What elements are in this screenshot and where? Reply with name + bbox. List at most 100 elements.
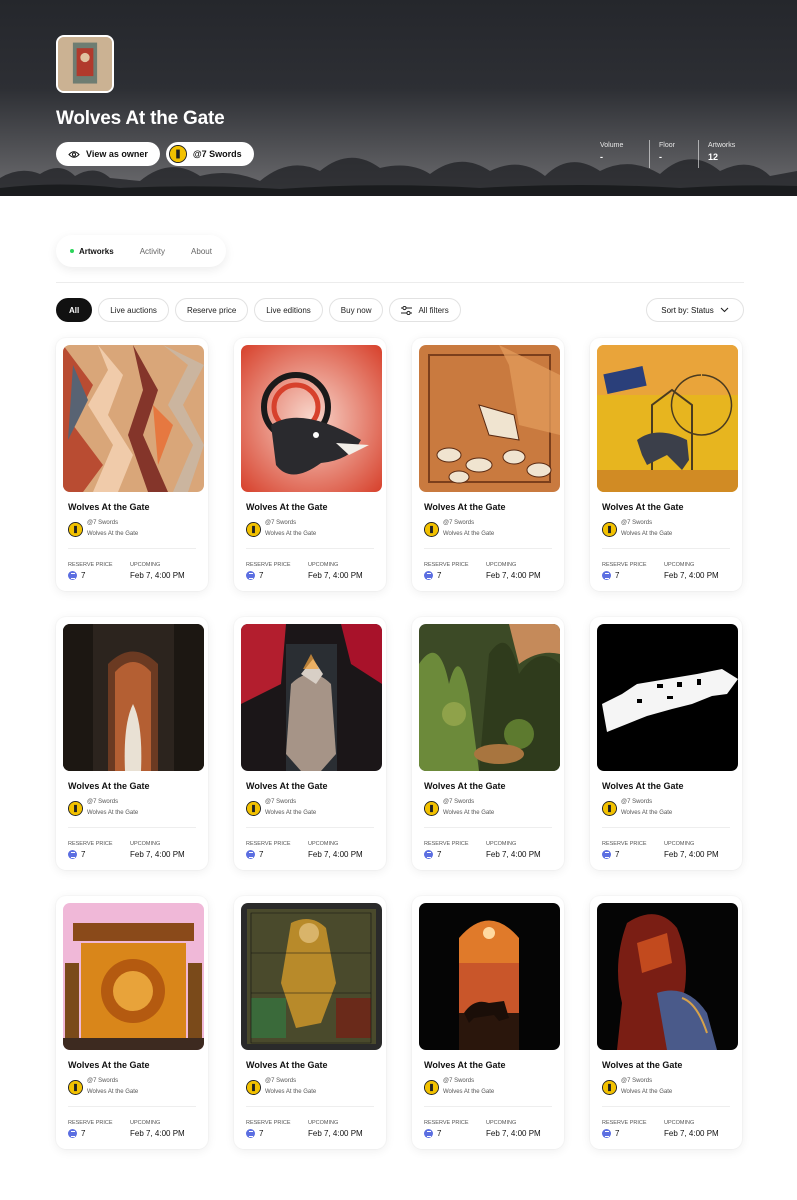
artwork-title[interactable]: Wolves At the Gate <box>246 781 328 791</box>
artwork-image[interactable] <box>419 624 560 771</box>
artwork-title[interactable]: Wolves At the Gate <box>246 502 328 512</box>
artwork-title[interactable]: Wolves At the Gate <box>424 502 506 512</box>
artwork-image[interactable] <box>63 624 204 771</box>
collection-name: Wolves At the Gate <box>87 810 139 816</box>
artwork-card[interactable]: Wolves At the Gate @7 Swords Wolves At t… <box>412 338 564 591</box>
artwork-creator[interactable]: @7 Swords Wolves At the Gate <box>602 1076 672 1098</box>
eye-icon <box>68 150 80 158</box>
status-label: UPCOMING <box>308 562 339 568</box>
artwork-creator[interactable]: @7 Swords Wolves At the Gate <box>424 518 494 540</box>
avatar <box>168 145 187 163</box>
all-filters-button[interactable]: All filters <box>389 298 461 322</box>
artwork-creator[interactable]: @7 Swords Wolves At the Gate <box>246 1076 316 1098</box>
view-as-owner-button[interactable]: View as owner <box>56 142 160 166</box>
collection-name: Wolves At the Gate <box>443 1089 495 1095</box>
stat-value: - <box>600 152 603 162</box>
sort-dropdown[interactable]: Sort by: Status <box>646 298 744 322</box>
eth-icon <box>602 1129 611 1138</box>
artwork-image[interactable] <box>419 903 560 1050</box>
artwork-card[interactable]: Wolves At the Gate @7 Swords Wolves At t… <box>412 896 564 1149</box>
filter-reserve-price[interactable]: Reserve price <box>174 298 249 322</box>
eth-icon <box>68 1129 77 1138</box>
artwork-title[interactable]: Wolves At the Gate <box>246 1060 328 1070</box>
filter-live-editions[interactable]: Live editions <box>254 298 323 322</box>
artwork-creator[interactable]: @7 Swords Wolves At the Gate <box>424 1076 494 1098</box>
artwork-image[interactable] <box>241 903 382 1050</box>
tab-about[interactable]: About <box>191 247 212 256</box>
filter-live-auctions[interactable]: Live auctions <box>98 298 169 322</box>
eth-icon <box>602 571 611 580</box>
reserve-price-value: 7 <box>68 1129 85 1138</box>
artwork-image[interactable] <box>63 345 204 492</box>
avatar <box>424 521 439 537</box>
reserve-price-value: 7 <box>246 1129 263 1138</box>
tab-activity[interactable]: Activity <box>140 247 165 256</box>
artwork-title[interactable]: Wolves At the Gate <box>68 781 150 791</box>
artwork-title[interactable]: Wolves At the Gate <box>68 502 150 512</box>
artwork-creator[interactable]: @7 Swords Wolves At the Gate <box>246 797 316 819</box>
artwork-card[interactable]: Wolves At the Gate @7 Swords Wolves At t… <box>234 617 386 870</box>
artwork-card[interactable]: Wolves At the Gate @7 Swords Wolves At t… <box>56 896 208 1149</box>
reserve-price-value: 7 <box>68 850 85 859</box>
auction-date: Feb 7, 4:00 PM <box>130 1129 185 1138</box>
artwork-creator[interactable]: @7 Swords Wolves At the Gate <box>424 797 494 819</box>
artwork-creator[interactable]: @7 Swords Wolves At the Gate <box>68 518 138 540</box>
price-amount: 7 <box>259 1129 264 1138</box>
artwork-image[interactable] <box>597 624 738 771</box>
artwork-image[interactable] <box>241 624 382 771</box>
artwork-image[interactable] <box>597 903 738 1050</box>
divider <box>68 827 196 828</box>
collection-name: Wolves At the Gate <box>265 531 317 537</box>
artwork-card[interactable]: Wolves At the Gate @7 Swords Wolves At t… <box>590 338 742 591</box>
collection-name: Wolves At the Gate <box>621 531 673 537</box>
artwork-card[interactable]: Wolves At the Gate @7 Swords Wolves At t… <box>412 617 564 870</box>
collection-name: Wolves At the Gate <box>87 1089 139 1095</box>
price-amount: 7 <box>259 571 264 580</box>
artwork-creator[interactable]: @7 Swords Wolves At the Gate <box>602 797 672 819</box>
collection-thumbnail <box>56 35 114 93</box>
price-amount: 7 <box>437 571 442 580</box>
filter-buy-now[interactable]: Buy now <box>328 298 384 322</box>
artwork-image[interactable] <box>419 345 560 492</box>
reserve-price-label: RESERVE PRICE <box>68 562 113 568</box>
divider <box>68 1106 196 1107</box>
artwork-card[interactable]: Wolves At the Gate @7 Swords Wolves At t… <box>56 338 208 591</box>
artwork-creator[interactable]: @7 Swords Wolves At the Gate <box>68 797 138 819</box>
creator-handle: @7 Swords <box>87 1078 119 1084</box>
creator-profile-button[interactable]: @7 Swords <box>165 142 254 166</box>
artwork-creator[interactable]: @7 Swords Wolves At the Gate <box>246 518 316 540</box>
artwork-image[interactable] <box>241 345 382 492</box>
artwork-card[interactable]: Wolves at the Gate @7 Swords Wolves At t… <box>590 896 742 1149</box>
artwork-title[interactable]: Wolves at the Gate <box>602 1060 682 1070</box>
artwork-title[interactable]: Wolves At the Gate <box>68 1060 150 1070</box>
artwork-image[interactable] <box>597 345 738 492</box>
collection-stats: Volume - Floor - Artworks 12 <box>600 140 751 168</box>
creator-handle: @7 Swords <box>192 149 242 159</box>
divider <box>424 1106 552 1107</box>
tab-artworks[interactable]: Artworks <box>70 247 114 256</box>
filter-all[interactable]: All <box>56 298 93 322</box>
reserve-price-value: 7 <box>424 571 441 580</box>
artwork-creator[interactable]: @7 Swords Wolves At the Gate <box>602 518 672 540</box>
status-label: UPCOMING <box>308 1120 339 1126</box>
artwork-card[interactable]: Wolves At the Gate @7 Swords Wolves At t… <box>56 617 208 870</box>
artwork-title[interactable]: Wolves At the Gate <box>602 781 684 791</box>
artwork-image[interactable] <box>63 903 204 1050</box>
view-as-owner-label: View as owner <box>86 149 148 159</box>
artwork-title[interactable]: Wolves At the Gate <box>424 1060 506 1070</box>
eth-icon <box>424 571 433 580</box>
artwork-creator[interactable]: @7 Swords Wolves At the Gate <box>68 1076 138 1098</box>
reserve-price-label: RESERVE PRICE <box>68 1120 113 1126</box>
sort-label: Sort by: Status <box>661 305 714 315</box>
artwork-card[interactable]: Wolves At the Gate @7 Swords Wolves At t… <box>234 338 386 591</box>
artwork-card[interactable]: Wolves At the Gate @7 Swords Wolves At t… <box>590 617 742 870</box>
artwork-title[interactable]: Wolves At the Gate <box>602 502 684 512</box>
divider <box>246 1106 374 1107</box>
stat-floor: Floor - <box>649 140 698 168</box>
artwork-card[interactable]: Wolves At the Gate @7 Swords Wolves At t… <box>234 896 386 1149</box>
price-amount: 7 <box>437 850 442 859</box>
reserve-price-value: 7 <box>602 1129 619 1138</box>
artwork-title[interactable]: Wolves At the Gate <box>424 781 506 791</box>
avatar <box>246 800 261 816</box>
tab-label: Activity <box>139 246 166 256</box>
